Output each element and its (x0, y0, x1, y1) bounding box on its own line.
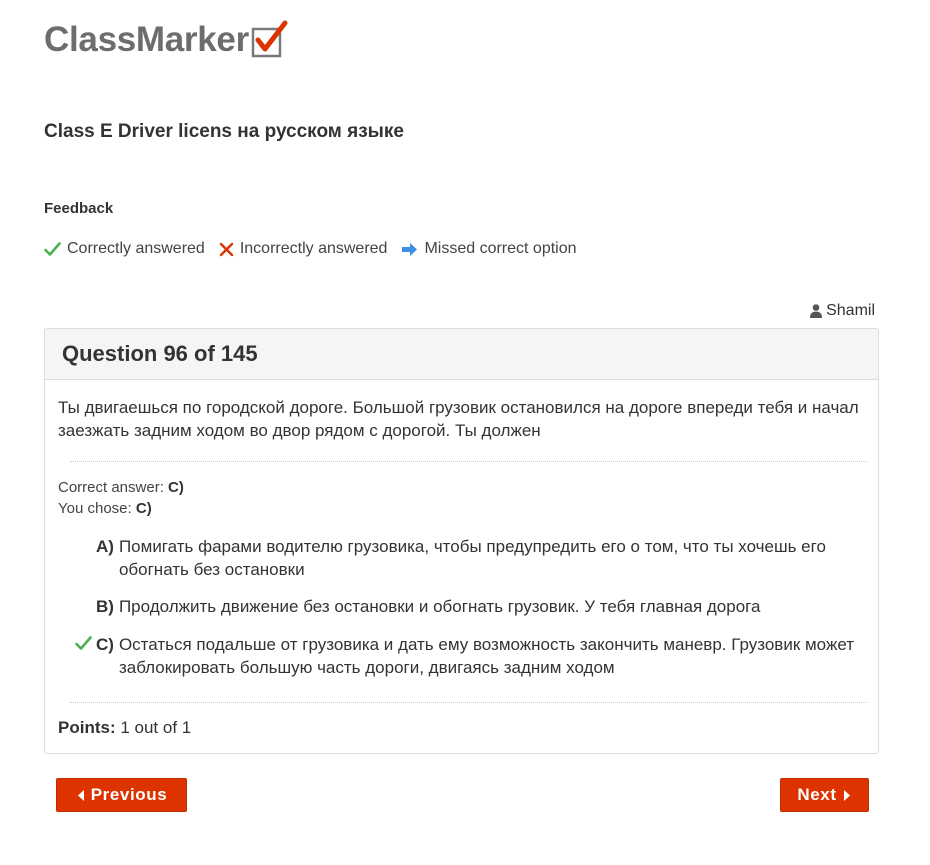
next-label: Next (797, 785, 837, 804)
option-b-letter: B) (96, 597, 114, 616)
you-chose-label: You chose: (58, 500, 132, 517)
previous-button[interactable]: Previous (56, 778, 187, 812)
option-c-text: Остаться подальше от грузовика и дать ем… (118, 635, 854, 677)
question-heading: Question 96 of 145 (62, 341, 258, 366)
points-value: 1 out of 1 (120, 718, 192, 737)
question-text: Ты двигаешься по городской дороге. Больш… (58, 398, 859, 440)
caret-right-icon (843, 789, 850, 801)
option-b: B) Продолжить движение без остановки и о… (58, 595, 858, 618)
legend-missed: Missed correct option (401, 240, 577, 258)
divider (70, 461, 868, 462)
you-chose-line: You chose: C) (58, 500, 152, 517)
correct-answer-label: Correct answer: (58, 479, 164, 496)
option-a-letter: A) (96, 537, 114, 556)
option-c: C) Остаться подальше от грузовика и дать… (58, 633, 858, 679)
you-chose-value: C) (135, 500, 152, 517)
correct-answer-value: C) (168, 479, 184, 496)
user-info: Shamil (810, 302, 875, 320)
next-button[interactable]: Next (780, 778, 869, 812)
caret-left-icon (77, 789, 84, 801)
correct-answer-line: Correct answer: C) (58, 479, 184, 496)
previous-label: Previous (90, 785, 168, 804)
points-label: Points: (58, 718, 116, 737)
classmarker-logo: ClassMarker (44, 18, 289, 60)
divider (70, 702, 868, 703)
check-icon (44, 241, 61, 256)
user-icon (810, 304, 823, 318)
question-header: Question 96 of 145 (45, 329, 878, 380)
option-a-text: Помигать фарами водителю грузовика, чтоб… (118, 537, 826, 579)
cross-icon (219, 242, 234, 256)
option-c-mark (58, 633, 96, 679)
logo-checkbox-icon (251, 20, 288, 58)
question-panel: Question 96 of 145 Ты двигаешься по горо… (44, 328, 879, 754)
feedback-title: Feedback (44, 200, 114, 217)
page-title: Class E Driver licens на русском языке (44, 121, 404, 142)
check-icon (75, 636, 92, 650)
option-b-text: Продолжить движение без остановки и обог… (118, 597, 761, 616)
logo-text: ClassMarker (44, 20, 249, 59)
legend-incorrect: Incorrectly answered (219, 240, 388, 258)
points-line: Points: 1 out of 1 (58, 718, 191, 738)
legend-missed-label: Missed correct option (424, 240, 577, 257)
option-c-letter: C) (96, 635, 114, 654)
arrow-right-icon (402, 242, 418, 256)
option-a: A) Помигать фарами водителю грузовика, ч… (58, 535, 858, 581)
legend-correct-label: Correctly answered (67, 240, 205, 257)
legend-correct: Correctly answered (44, 240, 205, 258)
option-a-mark (58, 535, 96, 581)
option-b-mark (58, 595, 96, 618)
user-name: Shamil (826, 302, 875, 319)
feedback-legend: Correctly answered Incorrectly answered … (44, 240, 591, 258)
legend-incorrect-label: Incorrectly answered (239, 240, 388, 257)
